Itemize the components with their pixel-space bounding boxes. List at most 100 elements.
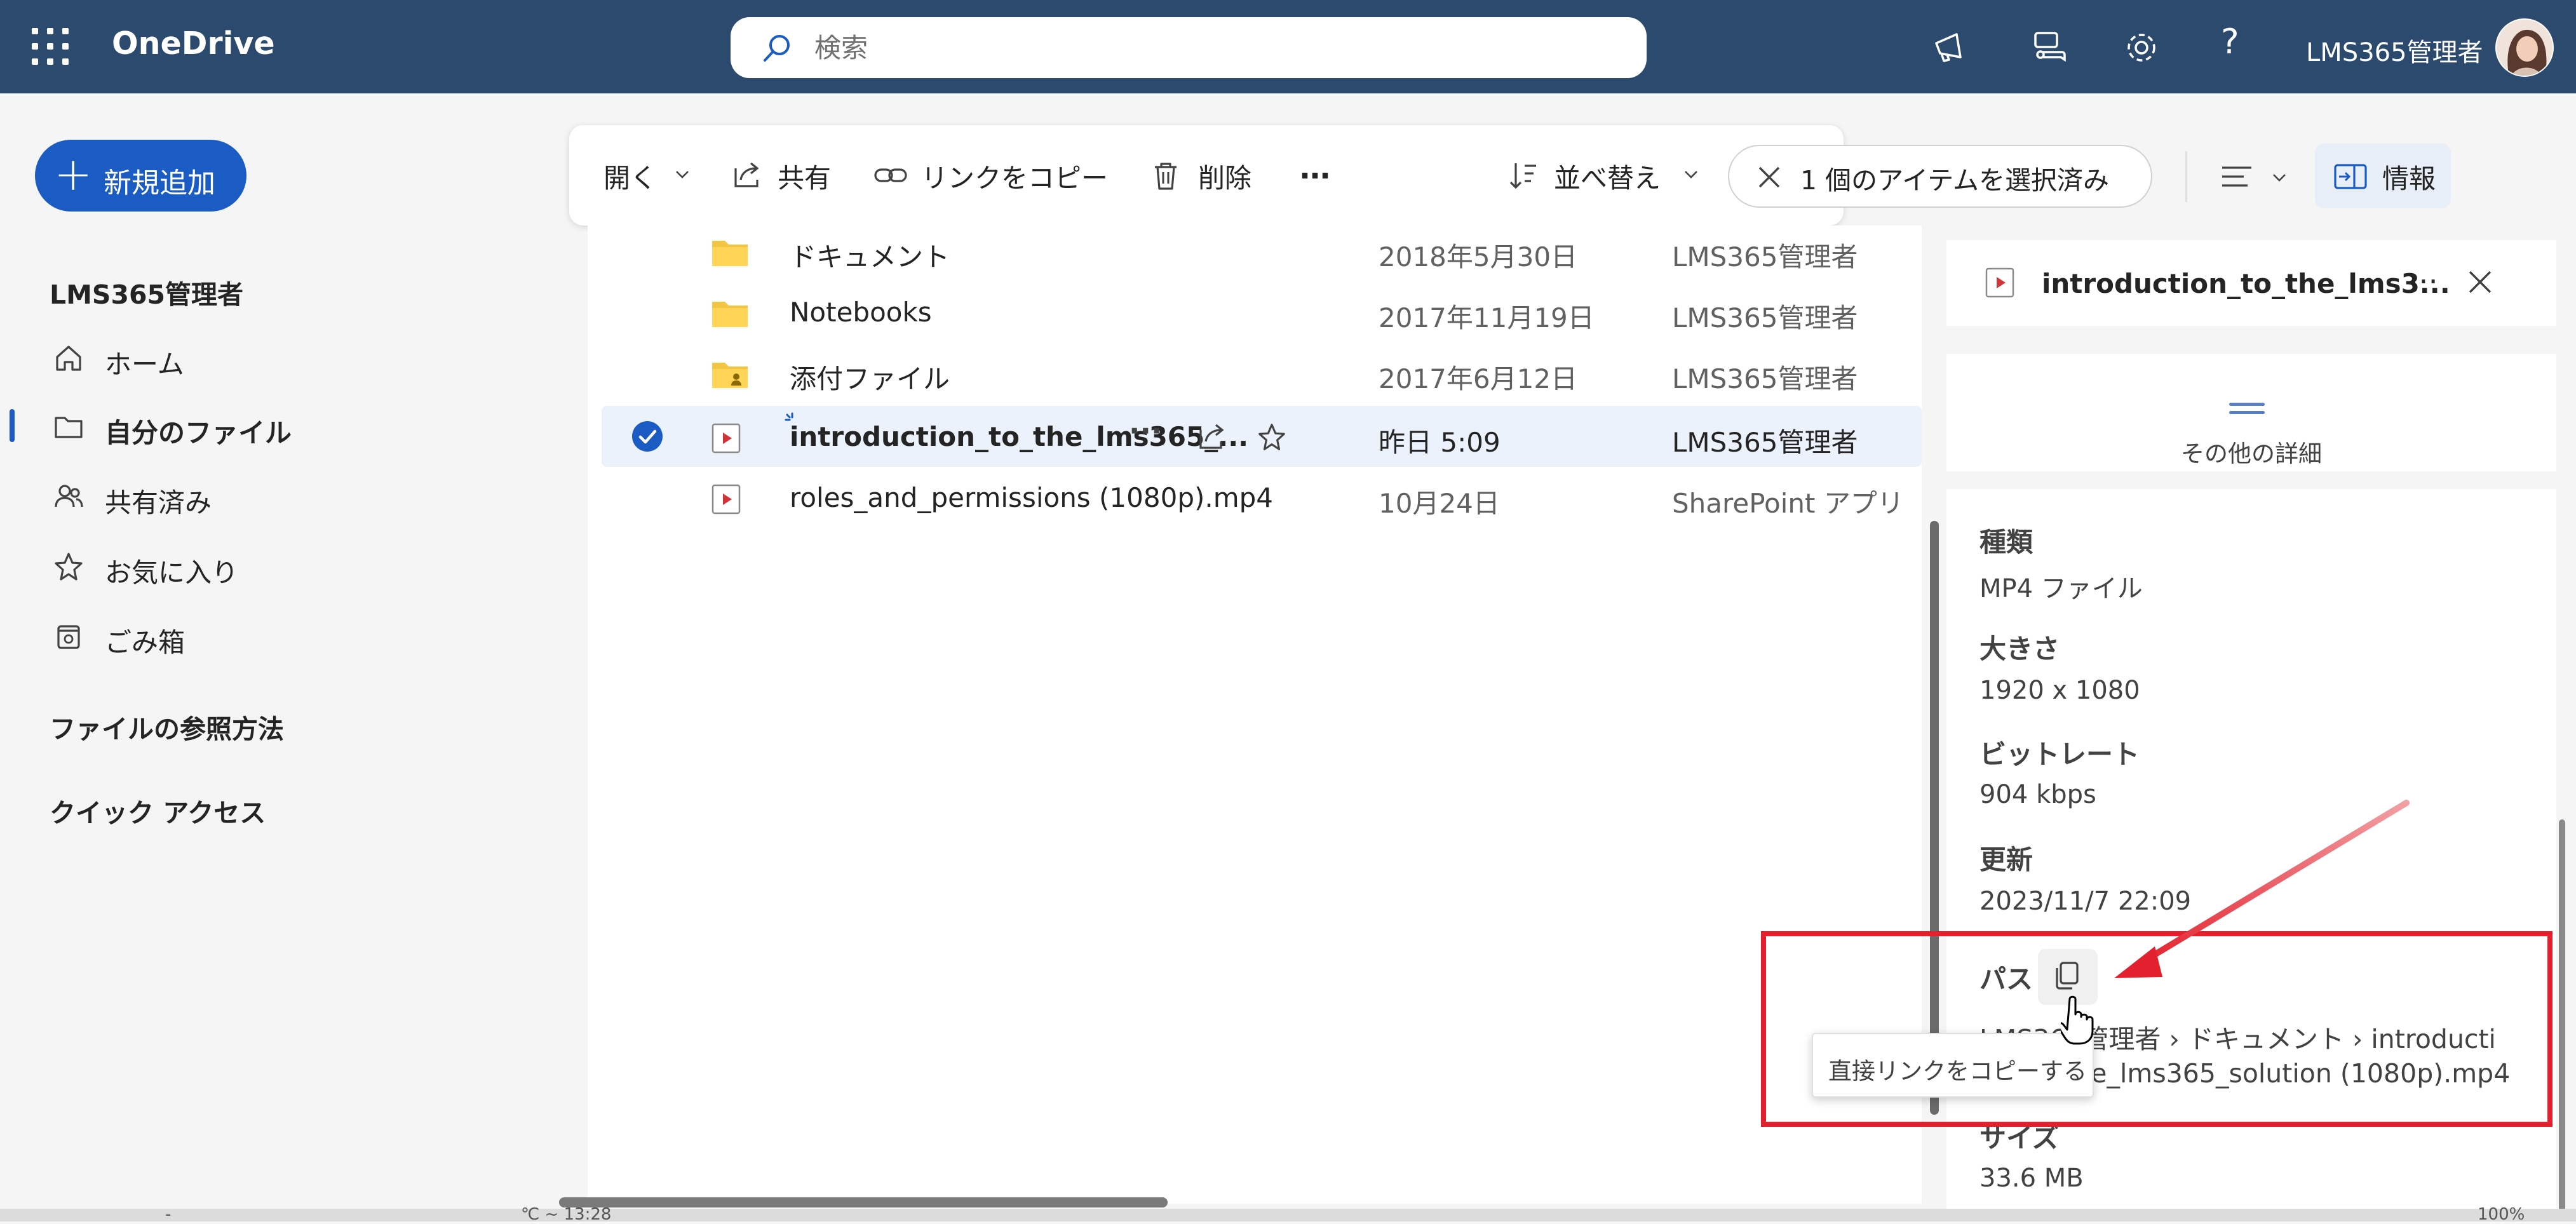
sidebar-item-home[interactable]: ホーム: [44, 329, 565, 386]
sidebar-item-recycle-bin[interactable]: ごみ箱: [44, 607, 565, 664]
file-modified: 2017年6月12日: [1379, 363, 1578, 394]
star-icon: [55, 553, 83, 581]
file-modified: 10月24日: [1379, 488, 1500, 519]
property-label: 更新: [1979, 844, 2033, 875]
shared-folder-icon: [712, 363, 748, 388]
status-strip: - ℃ ~ 13:28 100%: [0, 1205, 2576, 1224]
file-name[interactable]: ドキュメント: [790, 236, 950, 274]
more-options-icon[interactable]: ···: [2409, 264, 2438, 300]
sidebar-item-label: ごみ箱: [105, 627, 185, 658]
sidebar-item-label: 共有済み: [105, 487, 212, 518]
file-owner: LMS365管理者: [1672, 363, 1858, 394]
active-indicator: [10, 409, 15, 442]
copy-link-button[interactable]: リンクをコピー: [873, 156, 1114, 194]
checkmark-icon[interactable]: [632, 421, 663, 452]
divider: [1946, 326, 2556, 354]
new-button[interactable]: + 新規追加: [35, 140, 246, 212]
copy-link-label: リンクをコピー: [921, 163, 1109, 194]
help-icon[interactable]: ?: [2221, 22, 2239, 62]
sort-button[interactable]: 並べ替え: [1507, 156, 1704, 194]
open-label: 開く: [604, 163, 657, 194]
folder-icon: [55, 417, 83, 438]
sidebar-item-my-files[interactable]: 自分のファイル: [44, 398, 565, 455]
more-options-icon[interactable]: ···: [1129, 414, 1162, 453]
folder-icon: [712, 302, 748, 327]
property-label: 種類: [1979, 527, 2033, 558]
plus-icon: +: [54, 147, 93, 201]
delete-button[interactable]: 削除: [1150, 156, 1258, 194]
property-value: 1920 x 1080: [1979, 676, 2140, 705]
avatar[interactable]: [2495, 18, 2554, 77]
selection-chip[interactable]: 1 個のアイテムを選択済み: [1728, 145, 2152, 208]
file-modified: 2018年5月30日: [1379, 241, 1578, 272]
recycle-bin-icon: [57, 625, 80, 649]
table-row[interactable]: roles_and_permissions (1080p).mp4 10月24日…: [588, 467, 1922, 528]
close-icon[interactable]: [2466, 268, 2494, 296]
info-label: 情報: [2382, 163, 2436, 194]
quick-access-heading[interactable]: クイック アクセス: [50, 791, 266, 830]
megaphone-icon[interactable]: [1931, 28, 1971, 67]
details-title: introduction_to_the_lms3...: [2042, 268, 2450, 299]
sidebar-item-label: お気に入り: [105, 557, 239, 588]
search-input[interactable]: [814, 29, 1615, 67]
share-label: 共有: [778, 163, 832, 194]
annotation-arrow-icon: [2114, 800, 2410, 978]
file-owner: LMS365管理者: [1672, 302, 1858, 333]
table-row-selected[interactable]: introduction_to_the_lms365_... ··· 昨日 5:…: [602, 406, 1922, 467]
list-view-icon: [2222, 166, 2251, 187]
file-name[interactable]: introduction_to_the_lms365_...: [790, 421, 1248, 452]
delete-label: 削除: [1198, 163, 1252, 194]
top-bar: OneDrive ? LMS365管理者: [0, 0, 2576, 93]
chevron-down-icon: [676, 171, 689, 178]
folder-icon: [712, 241, 748, 266]
share-icon: [734, 162, 759, 187]
star-icon[interactable]: [1256, 421, 1288, 453]
share-button[interactable]: 共有: [729, 156, 837, 194]
file-name[interactable]: Notebooks: [790, 297, 932, 328]
more-commands-button[interactable]: …: [1300, 151, 1338, 194]
sidebar-item-label: 自分のファイル: [105, 417, 292, 448]
property-value: 904 kbps: [1979, 780, 2096, 809]
people-icon: [55, 485, 83, 508]
file-modified: 昨日 5:09: [1379, 427, 1500, 458]
table-row[interactable]: ドキュメント 2018年5月30日 LMS365管理者: [588, 225, 1922, 281]
close-icon[interactable]: [1756, 164, 1783, 191]
app-launcher-icon[interactable]: [32, 28, 69, 65]
divider: [1946, 471, 2556, 489]
file-owner: SharePoint アプリ: [1672, 488, 1904, 519]
file-owner: LMS365管理者: [1672, 241, 1858, 272]
table-row[interactable]: 添付ファイル 2017年6月12日 LMS365管理者: [588, 342, 1922, 403]
video-file-icon: [711, 423, 741, 454]
feedback-icon[interactable]: [2030, 28, 2070, 67]
sidebar-section-title: LMS365管理者: [50, 279, 244, 310]
share-icon[interactable]: [1196, 421, 1227, 453]
divider: [2185, 151, 2187, 202]
sort-icon: [1509, 163, 1536, 189]
sidebar-item-label: ホーム: [105, 349, 184, 380]
table-row[interactable]: Notebooks 2017年11月19日 LMS365管理者: [588, 281, 1922, 342]
info-button[interactable]: 情報: [2315, 144, 2451, 208]
property-value: MP4 ファイル: [1979, 574, 2143, 603]
link-icon: [874, 168, 907, 182]
expand-handle-icon[interactable]: [2229, 403, 2265, 406]
file-name[interactable]: 添付ファイル: [790, 358, 950, 396]
user-name[interactable]: LMS365管理者: [2306, 32, 2483, 69]
video-file-icon: [1985, 267, 2014, 298]
view-options-button[interactable]: [2217, 151, 2300, 202]
file-name[interactable]: roles_and_permissions (1080p).mp4: [790, 482, 1273, 513]
details-scrollbar[interactable]: [2559, 819, 2565, 1220]
sort-label: 並べ替え: [1554, 163, 1661, 194]
app-title[interactable]: OneDrive: [112, 25, 275, 62]
property-label: ビットレート: [1979, 739, 2140, 770]
chevron-down-icon: [2273, 174, 2286, 182]
sidebar-item-shared[interactable]: 共有済み: [44, 467, 565, 525]
more-details-link[interactable]: その他の詳細: [1946, 434, 2556, 469]
gear-icon[interactable]: [2122, 28, 2161, 67]
horizontal-scrollbar[interactable]: [559, 1197, 1168, 1207]
browse-files-heading[interactable]: ファイルの参照方法: [50, 708, 284, 746]
search-box[interactable]: [731, 17, 1647, 78]
open-button[interactable]: 開く: [604, 156, 699, 194]
home-icon: [56, 346, 81, 371]
more-icon: …: [1300, 151, 1330, 186]
sidebar-item-favorites[interactable]: お気に入り: [44, 537, 565, 595]
